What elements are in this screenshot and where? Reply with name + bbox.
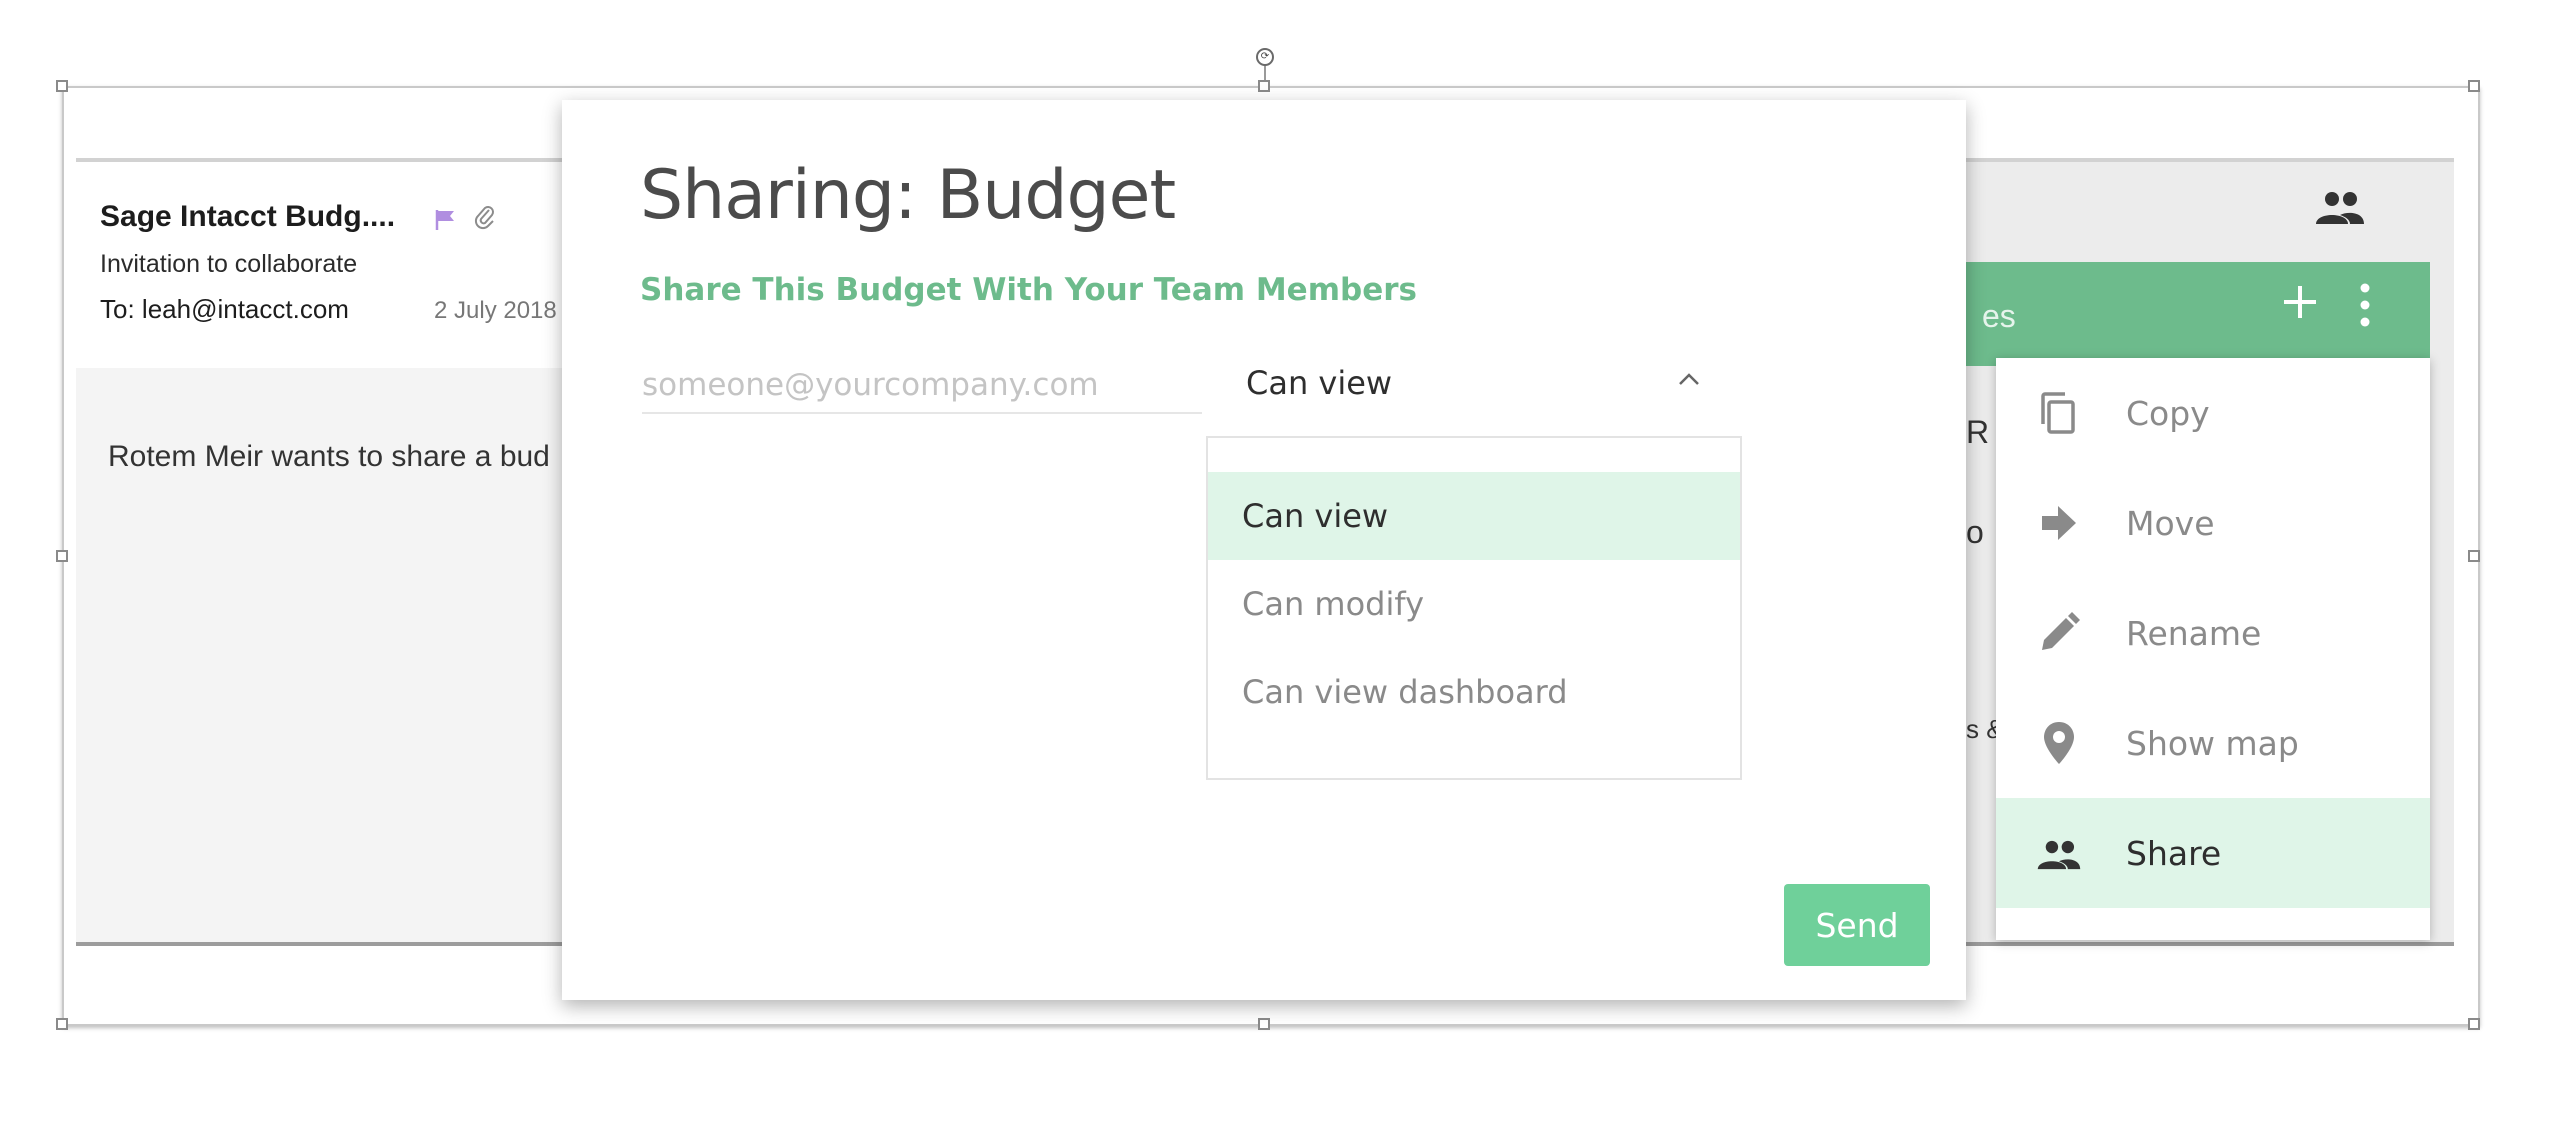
- people-icon: [2316, 192, 2364, 224]
- menu-item-label: Share: [2126, 833, 2222, 873]
- more-vertical-icon[interactable]: [2358, 282, 2372, 328]
- plus-icon[interactable]: [2280, 282, 2320, 322]
- files-header-label: es: [1982, 298, 2016, 334]
- menu-item-label: Rename: [2126, 613, 2262, 653]
- map-pin-icon: [2044, 722, 2074, 764]
- menu-item-label: Show map: [2126, 723, 2299, 763]
- send-button[interactable]: Send: [1784, 884, 1930, 966]
- resize-handle-bottom-left[interactable]: [56, 1018, 68, 1030]
- resize-handle-left[interactable]: [56, 550, 68, 562]
- permission-select-value: Can view: [1246, 364, 1393, 402]
- option-can-view-dashboard[interactable]: Can view dashboard: [1208, 648, 1740, 736]
- resize-handle-top[interactable]: [1258, 80, 1270, 92]
- paperclip-icon: [474, 206, 494, 230]
- context-menu: Copy Move Rename Show map Share: [1996, 358, 2430, 940]
- pencil-icon: [2042, 612, 2080, 650]
- copy-icon: [2041, 392, 2075, 434]
- dialog-title: Sharing: Budget: [640, 156, 1176, 235]
- option-can-modify[interactable]: Can modify: [1208, 560, 1740, 648]
- permission-select[interactable]: Can view: [1234, 356, 1734, 414]
- sharing-dialog: Sharing: Budget Share This Budget With Y…: [562, 100, 1966, 1000]
- flag-icon: [435, 210, 454, 230]
- resize-handle-top-right[interactable]: [2468, 80, 2480, 92]
- option-label: Can view dashboard: [1242, 673, 1568, 711]
- canvas: ⟳ Sage Intacct Budg.... Invitation to co…: [0, 0, 2560, 1130]
- menu-item-copy[interactable]: Copy: [1996, 358, 2430, 468]
- people-icon: [2037, 840, 2081, 870]
- resize-handle-bottom[interactable]: [1258, 1018, 1270, 1030]
- menu-item-move[interactable]: Move: [1996, 468, 2430, 578]
- menu-item-share[interactable]: Share: [1996, 798, 2430, 908]
- email-header: Sage Intacct Budg.... Invitation to coll…: [76, 162, 576, 368]
- option-label: Can view: [1242, 497, 1389, 535]
- email-to-label: To:: [100, 294, 135, 324]
- email-date: 2 July 2018: [434, 297, 557, 324]
- menu-item-label: Copy: [2126, 393, 2210, 433]
- email-subject: Invitation to collaborate: [100, 250, 358, 278]
- email-field[interactable]: [642, 358, 1202, 414]
- chevron-up-icon[interactable]: [1676, 370, 1702, 388]
- peek-text-2: o: [1966, 514, 1984, 550]
- resize-handle-top-left[interactable]: [56, 80, 68, 92]
- dialog-subtitle: Share This Budget With Your Team Members: [640, 272, 1417, 308]
- email-body: Rotem Meir wants to share a bud: [108, 440, 550, 473]
- peek-text-1: R: [1966, 414, 1990, 450]
- menu-item-rename[interactable]: Rename: [1996, 578, 2430, 688]
- resize-handle-right[interactable]: [2468, 550, 2480, 562]
- option-can-view[interactable]: Can view: [1208, 472, 1740, 560]
- menu-item-label: Move: [2126, 503, 2215, 543]
- email-recipient: To: leah@intacct.com: [100, 294, 349, 325]
- resize-handle-bottom-right[interactable]: [2468, 1018, 2480, 1030]
- arrow-right-icon: [2042, 506, 2076, 540]
- menu-item-show-map[interactable]: Show map: [1996, 688, 2430, 798]
- rotate-handle-icon[interactable]: ⟳: [1256, 48, 1274, 66]
- permission-dropdown: Can view Can modify Can view dashboard: [1206, 436, 1742, 780]
- email-sender: Sage Intacct Budg....: [100, 200, 396, 233]
- option-label: Can modify: [1242, 585, 1424, 623]
- email-to-address: leah@intacct.com: [141, 294, 349, 324]
